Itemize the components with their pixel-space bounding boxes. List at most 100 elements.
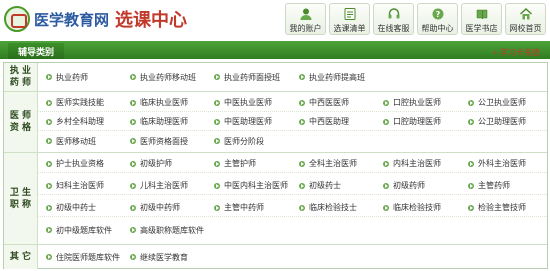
category-link[interactable]: 初级中药师 [130,202,180,213]
section-title-text: 执 业药 师 [9,66,32,88]
category-link[interactable]: 主管药师 [468,180,510,191]
category-link-label: 主管中药师 [224,203,264,212]
my-account-button[interactable]: 我的账户 [285,3,326,35]
category-link[interactable]: 临床助理医师 [130,116,188,127]
category-link[interactable]: 医师实践技能 [46,97,104,108]
user-icon [298,6,314,22]
help-center-button[interactable]: ? 帮助中心 [417,3,458,35]
category-link-label: 继续医学教育 [140,252,188,262]
headset-icon [386,6,402,22]
category-link-label: 公卫执业医师 [478,98,526,107]
category-link[interactable]: 妇科主治医师 [46,180,104,191]
category-link-label: 妇科主治医师 [56,181,104,190]
nav-tab-label: 辅导类别 [8,43,64,59]
help-center-label: 帮助中心 [421,24,454,33]
home-icon [518,6,534,22]
header: 医学教育网 选课中心 我的账户 选课清单 在线客服 ? 帮助中心 医学书店 网校… [0,0,550,38]
category-link[interactable]: 临床检验技士 [299,202,357,213]
category-link[interactable]: 内科主治医师 [383,158,441,169]
bullet-arrow-icon [130,99,136,106]
category-link[interactable]: 外科主治医师 [468,158,526,169]
category-link-label: 全科主治医师 [309,159,357,168]
category-link[interactable]: 公卫执业医师 [468,97,526,108]
category-link[interactable]: 口腔执业医师 [383,97,441,108]
category-link[interactable]: 高级职称题库软件 [130,225,204,236]
bullet-arrow-icon [383,204,389,211]
category-link[interactable]: 中医内科主治医师 [214,180,288,191]
category-link[interactable]: 临床检验技师 [383,202,441,213]
section-title-text: 医 师资 格 [9,111,32,133]
category-row: 住院医师题库软件 继续医学教育 [38,248,547,266]
category-link-label: 住院医师题库软件 [56,252,120,262]
bullet-arrow-icon [383,160,389,167]
category-link[interactable]: 口腔助理医师 [383,116,441,127]
bullet-arrow-icon [468,118,474,125]
online-service-button[interactable]: 在线客服 [373,3,414,35]
category-link[interactable]: 儿科主治医师 [130,180,188,191]
online-service-label: 在线客服 [377,24,410,33]
category-link[interactable]: 中医执业医师 [214,97,272,108]
category-link-label: 检验主管技师 [478,203,526,212]
category-row: 执业药师 执业药师移动班 执业药师面授班 执业药师提高班 [38,67,547,87]
category-link[interactable]: 全科主治医师 [299,158,357,169]
home-button[interactable]: 网校首页 [505,3,546,35]
category-link-label: 口腔执业医师 [393,98,441,107]
bullet-arrow-icon [46,74,52,80]
category-link[interactable]: 继续医学教育 [130,252,188,263]
category-row: 护士执业资格 初级护师 主管护师 全科主治医师 内科主治医师 外科主治医师 [38,155,547,173]
category-link-label: 口腔助理医师 [393,117,441,126]
category-link[interactable]: 执业药师面授班 [214,72,280,83]
bullet-arrow-icon [130,138,136,144]
category-link-label: 高级职称题库软件 [140,225,204,235]
bullet-arrow-icon [214,138,220,144]
category-link[interactable]: 住院医师题库软件 [46,252,120,263]
category-link[interactable]: 主管中药师 [214,202,264,213]
category-link[interactable]: 临床执业医师 [130,97,188,108]
category-row: 医师实践技能 临床执业医师 中医执业医师 中西医医师 口腔执业医师 公卫执业医师 [38,94,547,112]
category-link-label: 临床检验技师 [393,203,441,212]
category-link[interactable]: 初级药师 [383,180,425,191]
course-list-button[interactable]: 选课清单 [329,3,370,35]
nav-tab[interactable]: 辅导类别 [0,41,70,59]
category-link[interactable]: 乡村全科助理 [46,116,104,127]
category-link[interactable]: 初级护师 [130,158,172,169]
category-link-label: 医师资格面授 [140,136,188,146]
card-recharge-link[interactable]: » 学习卡充值 [493,47,540,58]
category-link[interactable]: 执业药师移动班 [130,72,196,83]
category-link[interactable]: 初中级题库软件 [46,225,112,236]
category-link-label: 医师移动班 [56,136,96,146]
bullet-arrow-icon [214,74,220,80]
category-link[interactable]: 护士执业资格 [46,158,104,169]
category-link-label: 中医助理医师 [224,117,272,126]
category-link[interactable]: 初级药士 [299,180,341,191]
category-link[interactable]: 中医助理医师 [214,116,272,127]
category-link[interactable]: 主管护师 [214,158,256,169]
category-link[interactable]: 中西医医师 [299,97,349,108]
category-link-label: 执业药师面授班 [224,72,280,82]
category-link[interactable]: 执业药师提高班 [299,72,365,83]
bullet-arrow-icon [383,182,389,189]
category-link-label: 中医内科主治医师 [224,181,288,190]
section-rows: 住院医师题库软件 继续医学教育 [38,245,547,269]
category-link[interactable]: 医师分阶段 [214,136,264,147]
my-account-label: 我的账户 [289,24,322,33]
logo-name: 医学教育网 [34,10,110,29]
category-link[interactable]: 执业药师 [46,72,88,83]
bullet-arrow-icon [468,99,474,106]
category-link[interactable]: 检验主管技师 [468,202,526,213]
category-link[interactable]: 医师资格面授 [130,136,188,147]
category-link[interactable]: 初级中药士 [46,202,96,213]
section-title: 卫 生职 称 [4,153,38,244]
bullet-arrow-icon [468,204,474,211]
category-link-label: 初级中药士 [56,203,96,212]
bullet-arrow-icon [383,99,389,106]
category-link[interactable]: 中西医助理 [299,116,349,127]
category-link-label: 临床检验技士 [309,203,357,212]
bullet-arrow-icon [468,182,474,189]
bookstore-button[interactable]: 医学书店 [461,3,502,35]
category-link[interactable]: 公卫助理医师 [468,116,526,127]
logo[interactable]: 医学教育网 选课中心 [4,5,187,33]
category-link[interactable]: 医师移动班 [46,136,96,147]
category-link-label: 外科主治医师 [478,159,526,168]
bullet-arrow-icon [214,160,220,167]
